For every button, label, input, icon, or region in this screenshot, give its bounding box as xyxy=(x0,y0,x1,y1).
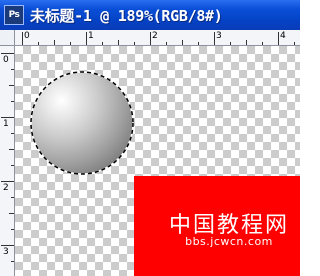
vertical-ruler[interactable]: 0 1 2 3 xyxy=(0,46,15,276)
horizontal-ruler[interactable]: 0 1 2 3 4 xyxy=(15,30,300,46)
selection-marquee[interactable] xyxy=(30,71,134,175)
document-window: Ps 未标题-1 @ 189%(RGB/8#) 0 1 2 3 4 0 1 2 … xyxy=(0,0,300,276)
ruler-top-label-0: 0 xyxy=(24,31,30,41)
title-bar[interactable]: Ps 未标题-1 @ 189%(RGB/8#) xyxy=(0,0,300,30)
document-title: 未标题-1 @ 189%(RGB/8#) xyxy=(30,6,223,25)
ruler-left-label-1: 1 xyxy=(3,119,9,129)
photoshop-icon[interactable]: Ps xyxy=(4,5,24,25)
ruler-origin-corner[interactable] xyxy=(0,30,15,46)
ruler-left-label-3: 3 xyxy=(3,247,9,257)
app-icon-label: Ps xyxy=(8,10,20,20)
ruler-top-label-1: 1 xyxy=(88,31,94,41)
ruler-top-label-2: 2 xyxy=(152,31,158,41)
ruler-left-label-0: 0 xyxy=(3,55,9,65)
ruler-left-label-2: 2 xyxy=(3,183,9,193)
ruler-top-label-4: 4 xyxy=(280,31,286,41)
watermark: 中国教程网 bbs.jcwcn.com xyxy=(158,214,300,248)
ruler-top-label-3: 3 xyxy=(216,31,222,41)
vertical-ruler-ticks xyxy=(1,53,14,262)
